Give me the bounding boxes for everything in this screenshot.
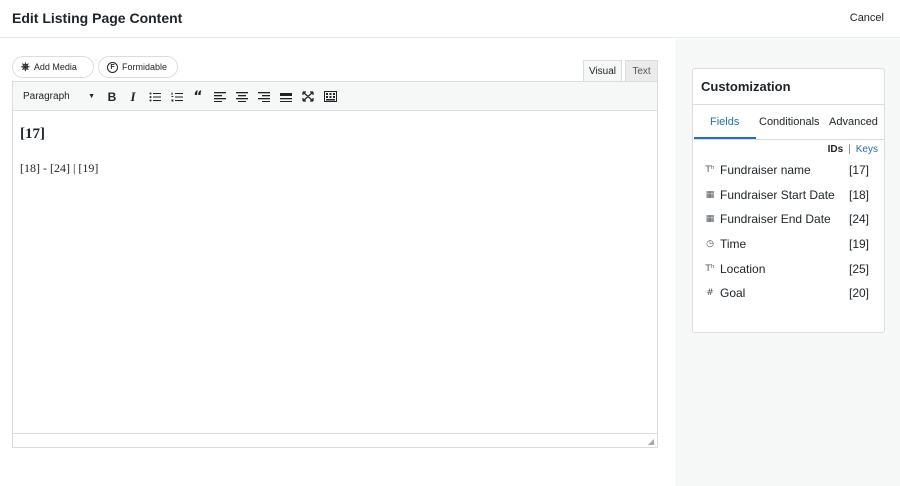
bulleted-list-button[interactable] xyxy=(147,88,163,105)
text-icon: Tʰ xyxy=(705,264,715,274)
italic-button[interactable]: I xyxy=(125,88,141,105)
field-name: Fundraiser name xyxy=(720,163,811,177)
calendar-icon: ▦ xyxy=(705,190,715,200)
field-item[interactable]: ▦ Fundraiser Start Date [18] xyxy=(703,187,869,203)
tab-conditionals[interactable]: Conditionals xyxy=(759,116,820,128)
bulleted-list-icon xyxy=(149,92,161,101)
keys-toggle[interactable]: Keys xyxy=(856,144,878,155)
field-item[interactable]: Tʰ Location [25] xyxy=(703,261,869,277)
horizontal-line-button[interactable] xyxy=(278,88,294,105)
field-name: Location xyxy=(720,262,766,276)
paragraph-format-select[interactable]: Paragraph ▼ xyxy=(19,88,97,105)
cancel-button[interactable]: Cancel xyxy=(850,12,884,24)
content-paragraph: [18] - [24] | [19] xyxy=(20,161,99,175)
numbered-list-button[interactable] xyxy=(169,88,185,105)
field-item[interactable]: Tʰ Fundraiser name [17] xyxy=(703,162,869,178)
modal-header: Edit Listing Page Content Cancel xyxy=(0,0,900,38)
toolbar-toggle-button[interactable] xyxy=(322,88,338,105)
field-id: [25] xyxy=(848,262,869,276)
add-media-label: Add Media xyxy=(33,62,77,72)
formidable-label: Formidable xyxy=(122,62,168,72)
toolbar-toggle-icon xyxy=(323,91,337,102)
blockquote-button[interactable]: “ xyxy=(190,88,206,105)
field-id: [19] xyxy=(848,237,869,251)
field-id: [24] xyxy=(848,212,869,226)
field-id: [18] xyxy=(848,188,869,202)
field-item[interactable]: # Goal [20] xyxy=(703,285,869,301)
editor-toolbar: Paragraph ▼ B I “ xyxy=(13,82,657,111)
editor-content[interactable]: [17] [18] - [24] | [19] xyxy=(20,126,98,176)
customization-panel: Customization Fields Conditionals Advanc… xyxy=(692,68,885,333)
tab-text[interactable]: Text xyxy=(625,60,658,82)
field-item[interactable]: ◷ Time [19] xyxy=(703,236,869,252)
align-center-button[interactable] xyxy=(234,88,250,105)
align-right-icon xyxy=(258,91,270,102)
align-center-icon xyxy=(236,91,248,102)
hash-icon: # xyxy=(706,288,714,298)
resize-handle-icon[interactable]: ◢ xyxy=(648,437,654,446)
align-left-icon xyxy=(214,91,226,102)
content-editor: Paragraph ▼ B I “ [17] [18] - [24] | [19… xyxy=(12,81,658,448)
field-item[interactable]: ▦ Fundraiser End Date [24] xyxy=(703,211,869,227)
format-select-value: Paragraph xyxy=(23,91,70,102)
content-heading: [17] xyxy=(20,126,45,142)
list-fade xyxy=(693,306,884,332)
formidable-button[interactable]: F Formidable xyxy=(98,56,178,78)
field-name: Fundraiser Start Date xyxy=(720,188,835,202)
align-right-button[interactable] xyxy=(256,88,272,105)
add-media-icon: ⎈ xyxy=(21,60,30,73)
formidable-icon: F xyxy=(107,61,118,73)
align-left-button[interactable] xyxy=(212,88,228,105)
editor-statusbar: ◢ xyxy=(13,433,657,447)
horizontal-line-icon xyxy=(280,92,292,102)
tab-advanced[interactable]: Advanced xyxy=(829,116,878,128)
tab-visual[interactable]: Visual xyxy=(583,60,622,82)
numbered-list-icon xyxy=(171,92,183,101)
field-name: Time xyxy=(720,237,747,251)
tab-fields[interactable]: Fields xyxy=(710,116,739,128)
field-id: [17] xyxy=(848,163,869,177)
text-icon: Tʰ xyxy=(705,165,715,175)
divider xyxy=(693,139,884,140)
fullscreen-button[interactable] xyxy=(300,88,316,105)
id-key-toggle: IDs | Keys xyxy=(828,144,878,155)
clock-icon: ◷ xyxy=(706,239,714,249)
fullscreen-icon xyxy=(302,91,314,102)
bold-button[interactable]: B xyxy=(104,88,120,105)
page-title: Edit Listing Page Content xyxy=(12,10,183,26)
toggle-separator: | xyxy=(848,144,851,155)
field-name: Goal xyxy=(720,286,746,300)
calendar-icon: ▦ xyxy=(705,214,715,224)
field-id: [20] xyxy=(848,286,869,300)
ids-toggle[interactable]: IDs xyxy=(828,144,844,155)
chevron-down-icon: ▼ xyxy=(88,93,95,100)
field-name: Fundraiser End Date xyxy=(720,212,831,226)
add-media-button[interactable]: ⎈ Add Media xyxy=(12,56,94,78)
divider xyxy=(693,104,884,105)
customization-title: Customization xyxy=(701,79,791,94)
